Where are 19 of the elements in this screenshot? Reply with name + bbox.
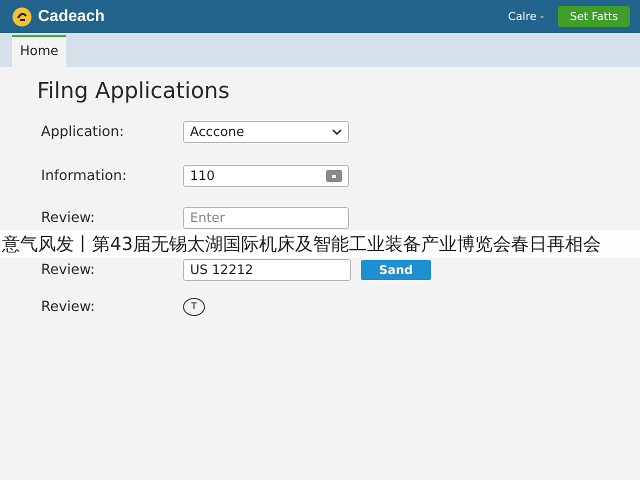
caption-banner: 意气风发丨第43届无锡太湖国际机床及智能工业装备产业博览会春日再相会	[0, 230, 640, 258]
field-label: Review:	[41, 210, 96, 226]
select-field[interactable]: Acccone	[183, 121, 349, 143]
round-badge: T	[183, 298, 205, 316]
page-title: Filng Applications	[37, 78, 231, 106]
send-button[interactable]: Sand	[361, 260, 431, 280]
logo-icon	[12, 6, 32, 26]
tab[interactable]: Home	[12, 35, 66, 67]
user-menu[interactable]: Calre -	[508, 10, 544, 23]
field-icon	[326, 170, 342, 182]
field-label: Review:	[41, 299, 96, 315]
chevron-icon	[332, 129, 342, 135]
field-label: Information:	[41, 168, 128, 184]
app-name: Cadeach	[38, 8, 105, 26]
field-label: Application:	[41, 124, 125, 140]
input-field[interactable]: US 12212	[183, 259, 351, 281]
input-field[interactable]: Enter	[183, 207, 349, 229]
input-field[interactable]: 110	[183, 165, 349, 187]
field-label: Review:	[41, 262, 96, 278]
